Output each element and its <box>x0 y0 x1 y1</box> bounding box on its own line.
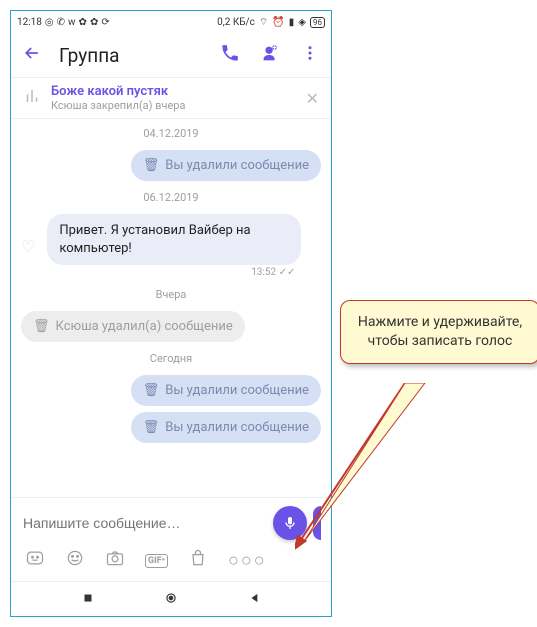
add-user-icon[interactable] <box>257 42 283 69</box>
message-input[interactable] <box>21 514 273 532</box>
more-icon[interactable] <box>297 44 323 67</box>
vk-icon: w <box>68 17 76 28</box>
close-icon[interactable]: ✕ <box>306 89 319 108</box>
trash-icon: 🗑 <box>33 319 50 334</box>
android-nav-bar <box>11 581 331 616</box>
trash-icon: 🗑 <box>143 420 160 435</box>
message-row: ♡ Привет. Я установил Вайбер на компьюте… <box>21 214 321 278</box>
deleted-text: Вы удалили сообщение <box>165 158 309 173</box>
trash-icon: 🗑 <box>143 158 160 173</box>
poll-icon <box>23 87 41 110</box>
signal-icon: ▮ <box>289 17 295 28</box>
message-row: 🗑 Вы удалили сообщение <box>21 412 321 443</box>
nav-recent-icon[interactable] <box>81 590 95 609</box>
message-row: 🗑 Ксюша удалил(а) сообщение <box>21 311 321 342</box>
deleted-message-bubble[interactable]: 🗑 Вы удалили сообщение <box>131 150 321 181</box>
status-bar: 12:18 ◎ ✆ w ✿ ✿ ⟳ 0,2 КБ/с ⌔ ⏰ ▮ ◈ 96 <box>11 11 331 33</box>
call-icon[interactable] <box>217 43 243 68</box>
deleted-message-bubble[interactable]: 🗑 Вы удалили сообщение <box>131 412 321 443</box>
input-bar: GIF• ○○○ <box>11 497 331 581</box>
more-tools-icon[interactable]: ○○○ <box>228 550 267 571</box>
battery-indicator: 96 <box>310 17 325 28</box>
bluetooth-icon: ⌔ <box>259 16 268 29</box>
camera-icon: ✿ <box>79 17 87 28</box>
gif-icon[interactable]: GIF• <box>145 554 168 568</box>
chat-title[interactable]: Группа <box>59 44 203 67</box>
mic-button[interactable] <box>273 506 307 540</box>
pinned-subtitle: Ксюша закрепил(а) вчера <box>51 99 296 112</box>
read-icon: ✓✓ <box>279 267 296 278</box>
message-row: 🗑 Вы удалили сообщение <box>21 150 321 181</box>
back-icon[interactable] <box>19 43 45 68</box>
date-separator: 04.12.2019 <box>21 127 321 140</box>
status-time: 12:18 <box>17 17 42 28</box>
mic-icon <box>282 515 298 531</box>
pinned-title: Боже какой пустяк <box>51 84 296 99</box>
sticker-icon[interactable] <box>65 548 85 573</box>
heart-icon[interactable]: ♡ <box>21 237 35 256</box>
whatsapp-icon: ✆ <box>57 17 65 28</box>
smiley-icon[interactable] <box>25 548 45 573</box>
message-bubble[interactable]: Привет. Я установил Вайбер на компьютер! <box>47 214 301 265</box>
camera-icon[interactable] <box>105 548 125 573</box>
pinned-message[interactable]: Боже какой пустяк Ксюша закрепил(а) вчер… <box>11 77 331 119</box>
messages-area[interactable]: 04.12.2019 🗑 Вы удалили сообщение 06.12.… <box>11 119 331 497</box>
settings-icon: ✿ <box>90 17 98 28</box>
wifi-icon: ◈ <box>298 17 306 28</box>
date-separator: 06.12.2019 <box>21 191 321 204</box>
deleted-text: Вы удалили сообщение <box>165 383 309 398</box>
message-row: 🗑 Вы удалили сообщение <box>21 375 321 406</box>
deleted-message-bubble[interactable]: 🗑 Ксюша удалил(а) сообщение <box>21 311 245 342</box>
tooltip-callout: Нажмите и удерживайте, чтобы записать го… <box>340 300 537 364</box>
instagram-icon: ◎ <box>45 17 54 28</box>
sync-icon: ⟳ <box>101 17 109 28</box>
chat-header: Группа <box>11 33 331 77</box>
trash-icon: 🗑 <box>143 383 160 398</box>
deleted-text: Ксюша удалил(а) сообщение <box>56 319 233 334</box>
net-speed: 0,2 КБ/с <box>217 17 255 28</box>
message-time: 13:52 ✓✓ <box>47 267 301 278</box>
date-separator: Вчера <box>21 288 321 301</box>
send-button[interactable] <box>313 506 321 540</box>
shop-icon[interactable] <box>188 548 208 573</box>
deleted-message-bubble[interactable]: 🗑 Вы удалили сообщение <box>131 375 321 406</box>
nav-back-icon[interactable] <box>248 590 262 609</box>
nav-home-icon[interactable] <box>164 590 178 609</box>
alarm-icon: ⏰ <box>272 17 284 28</box>
date-separator: Сегодня <box>21 352 321 365</box>
deleted-text: Вы удалили сообщение <box>165 420 309 435</box>
